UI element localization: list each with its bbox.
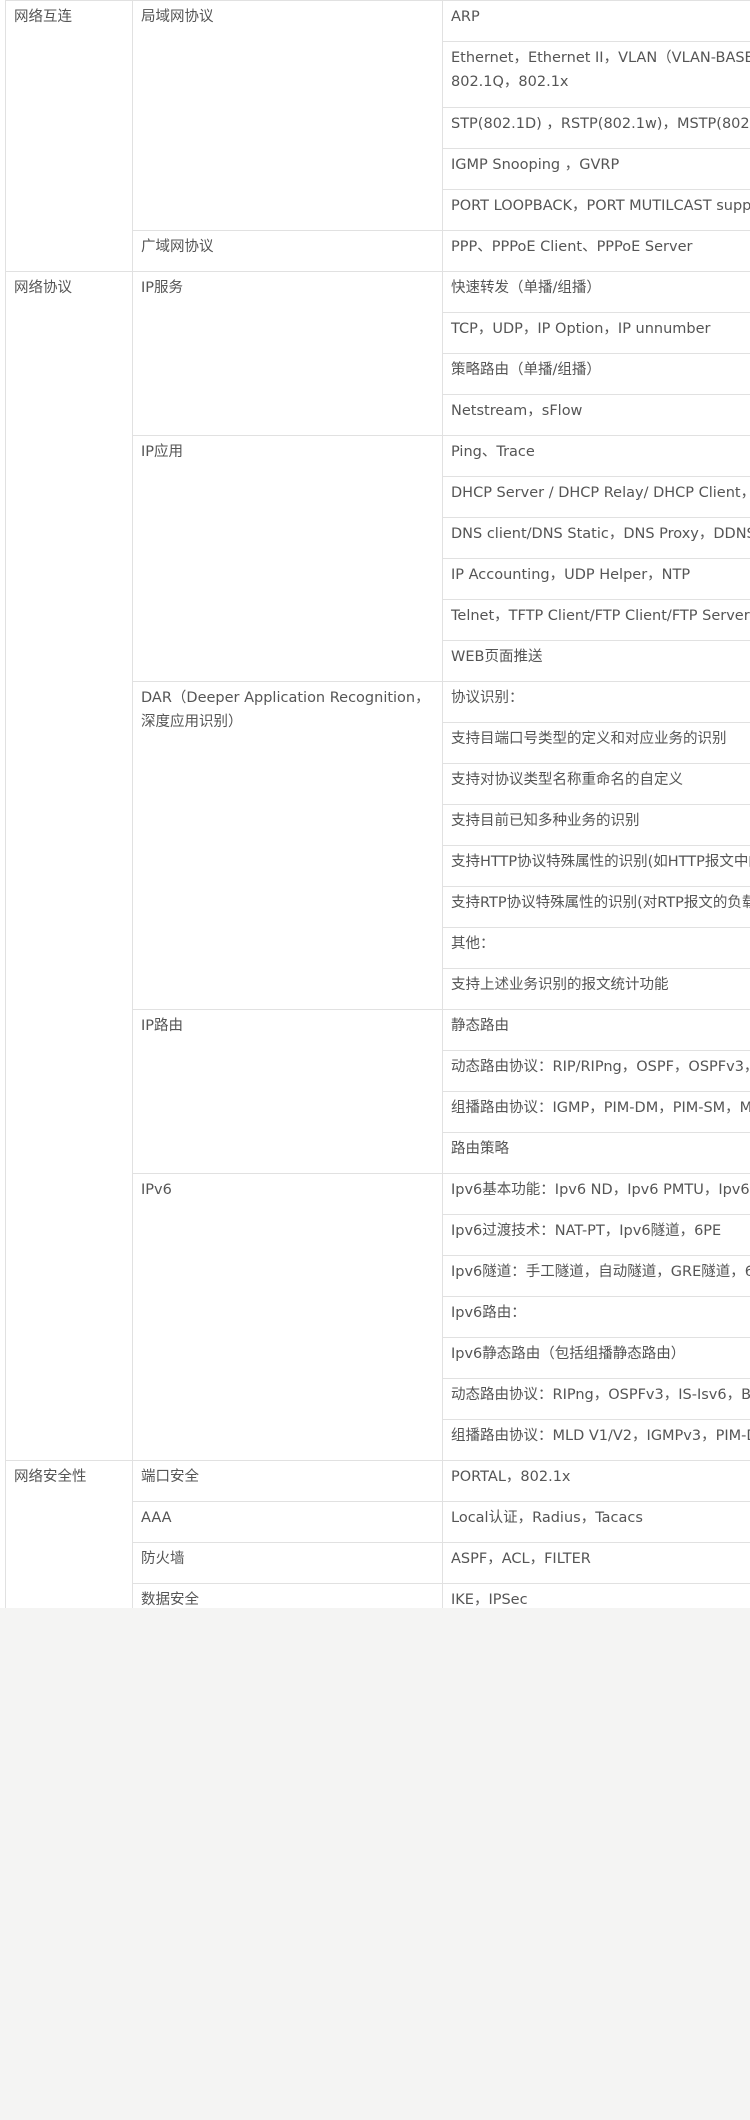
subcategory-cell: IP路由	[132, 1009, 443, 1174]
subcategory-cell: AAA	[132, 1501, 443, 1543]
subcategory-cell: 局域网协议	[132, 0, 443, 231]
value-cell: IKE，IPSec	[442, 1583, 750, 1608]
value-cell: IP Accounting，UDP Helper，NTP	[442, 558, 750, 600]
value-cell: 动态路由协议：RIPng，OSPFv3，IS-Isv6，BGP	[442, 1378, 750, 1420]
value-cell: Telnet，TFTP Client/FTP Client/FTP Server	[442, 599, 750, 641]
value-cell: TCP，UDP，IP Option，IP unnumber	[442, 312, 750, 354]
table-row: 网络安全性 端口安全 PORTAL，802.1x	[5, 1460, 750, 1608]
category-cell: 网络互连	[5, 0, 133, 272]
value-cell: 组播路由协议：IGMP，PIM-DM，PIM-SM，M	[442, 1091, 750, 1133]
value-cell: 策略路由（单播/组播）	[442, 353, 750, 395]
table-row: 网络协议 IP服务 快速转发（单播/组播）	[5, 271, 750, 1461]
value-cell: DHCP Server / DHCP Relay/ DHCP Client，DH	[442, 476, 750, 518]
value-cell: ASPF，ACL，FILTER	[442, 1542, 750, 1584]
value-cell: Ping、Trace	[442, 435, 750, 477]
value-cell: Ipv6基本功能：Ipv6 ND，Ipv6 PMTU，Ipv6 FI	[442, 1173, 750, 1215]
value-cell: Ipv6静态路由（包括组播静态路由）	[442, 1337, 750, 1379]
subcategory-cell: 防火墙	[132, 1542, 443, 1584]
value-cell: Ipv6过渡技术：NAT-PT，Ipv6隧道，6PE	[442, 1214, 750, 1256]
value-cell: Netstream，sFlow	[442, 394, 750, 436]
value-cell: Ethernet，Ethernet II，VLAN（VLAN-BASED 802…	[442, 41, 750, 108]
value-cell: 组播路由协议：MLD V1/V2，IGMPv3，PIM-D	[442, 1419, 750, 1461]
value-cell: PORTAL，802.1x	[442, 1460, 750, 1502]
value-cell: 路由策略	[442, 1132, 750, 1174]
subcategory-cell: IPv6	[132, 1173, 443, 1461]
value-cell: IGMP Snooping ，GVRP	[442, 148, 750, 190]
value-cell: Local认证，Radius，Tacacs	[442, 1501, 750, 1543]
value-cell: DNS client/DNS Static，DNS Proxy，DDNS	[442, 517, 750, 559]
value-cell: 支持HTTP协议特殊属性的识别(如HTTP报文中的	[442, 845, 750, 887]
category-cell: 网络协议	[5, 271, 133, 1461]
subcategory-cell: DAR（Deeper Application Recognition，深度应用识…	[132, 681, 443, 1010]
subcategory-cell: IP应用	[132, 435, 443, 682]
table-row: 网络互连 局域网协议 ARP	[5, 0, 750, 272]
subcategory-cell: 数据安全	[132, 1583, 443, 1608]
value-cell: 其他：	[442, 927, 750, 969]
value-cell: PPP、PPPoE Client、PPPoE Server	[442, 230, 750, 272]
value-cell: Ipv6隧道：手工隧道，自动隧道，GRE隧道，6to	[442, 1255, 750, 1297]
subcategory-cell: 端口安全	[132, 1460, 443, 1502]
value-cell: 支持对协议类型名称重命名的自定义	[442, 763, 750, 805]
spec-sheet: 网络互连 局域网协议 ARP Ethernet，Ethernet II，VLAN（VL…	[0, 0, 750, 1608]
value-cell: 静态路由	[442, 1009, 750, 1051]
value-cell: STP(802.1D) ，RSTP(802.1w)，MSTP(802.1s)	[442, 107, 750, 149]
value-cell: 动态路由协议：RIP/RIPng，OSPF，OSPFv3，B	[442, 1050, 750, 1092]
value-cell: 支持RTP协议特殊属性的识别(对RTP报文的负载类	[442, 886, 750, 928]
value-cell: Ipv6路由：	[442, 1296, 750, 1338]
value-cell: 支持目端口号类型的定义和对应业务的识别	[442, 722, 750, 764]
value-cell: PORT LOOPBACK，PORT MUTILCAST suppre	[442, 189, 750, 231]
value-cell: ARP	[442, 0, 750, 42]
subcategory-cell: IP服务	[132, 271, 443, 436]
value-cell: 快速转发（单播/组播）	[442, 271, 750, 313]
value-cell: 支持上述业务识别的报文统计功能	[442, 968, 750, 1010]
category-cell: 网络安全性	[5, 1460, 133, 1608]
value-cell: 协议识别：	[442, 681, 750, 723]
value-cell: WEB页面推送	[442, 640, 750, 682]
value-cell: 支持目前已知多种业务的识别	[442, 804, 750, 846]
spec-table: 网络互连 局域网协议 ARP Ethernet，Ethernet II，VLAN（VL…	[5, 0, 750, 1608]
subcategory-cell: 广域网协议	[132, 230, 443, 272]
